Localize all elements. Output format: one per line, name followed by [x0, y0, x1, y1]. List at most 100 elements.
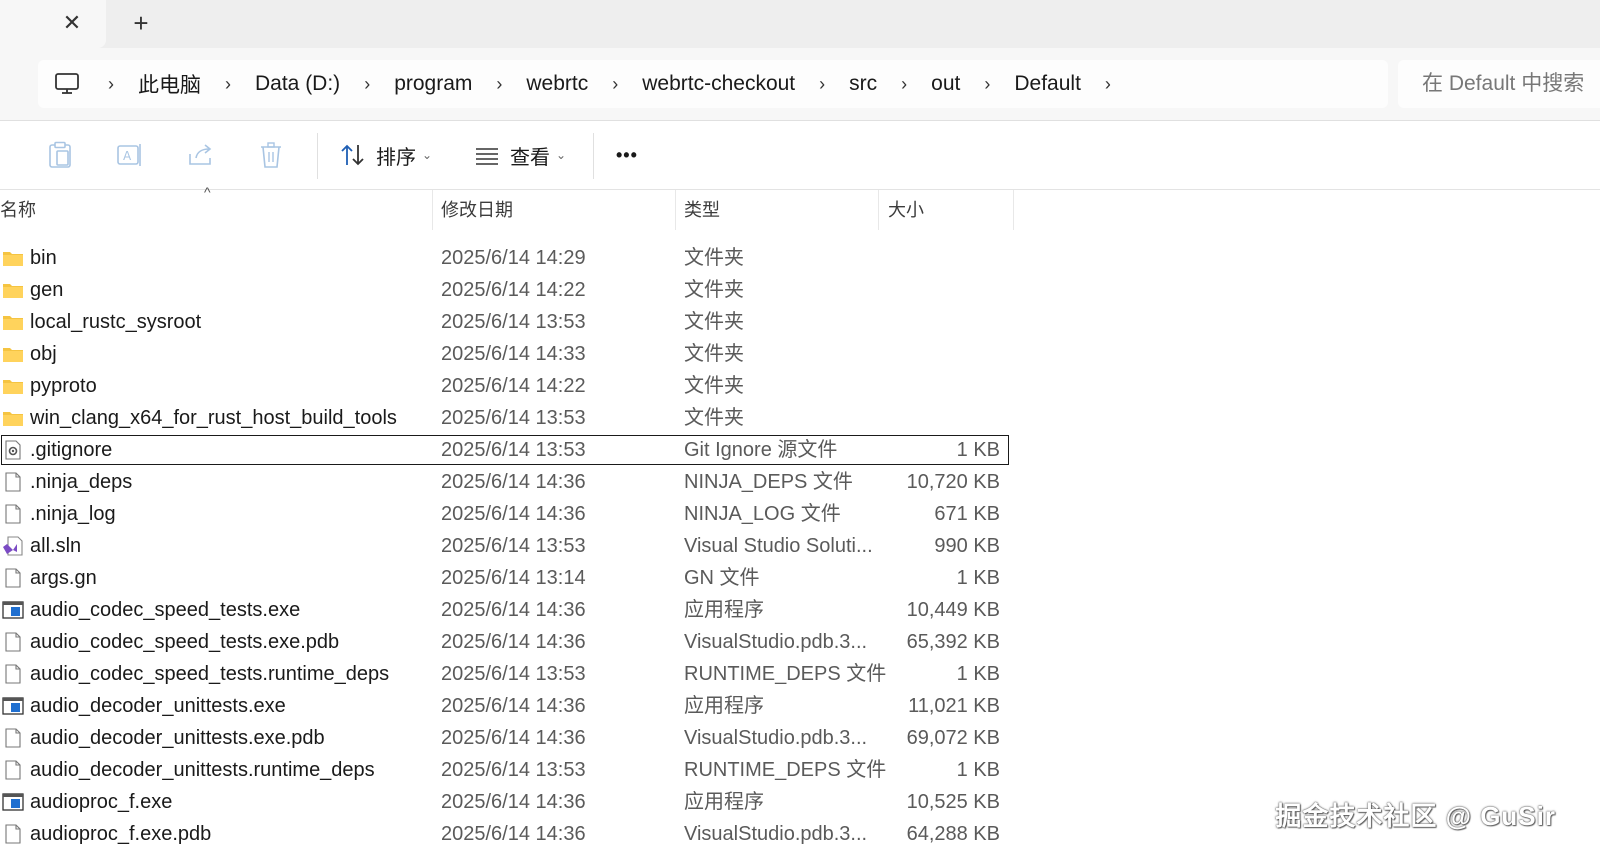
- file-date: 2025/6/14 14:36: [441, 727, 586, 749]
- breadcrumb-item[interactable]: 此电脑: [128, 69, 211, 99]
- file-row[interactable]: .gitignore 2025/6/14 13:53 Git Ignore 源文件 1…: [0, 434, 1010, 466]
- column-size[interactable]: 大小: [888, 190, 924, 230]
- file-date: 2025/6/14 14:33: [441, 343, 586, 365]
- search-box[interactable]: 在 Default 中搜索: [1398, 60, 1600, 108]
- file-row[interactable]: audioproc_f.exe 2025/6/14 14:36 应用程序 10,525…: [0, 786, 1010, 818]
- breadcrumb-item[interactable]: program: [384, 72, 482, 96]
- file-date: 2025/6/14 14:22: [441, 279, 586, 301]
- sort-button[interactable]: 排序 ⌄: [340, 135, 432, 175]
- column-date[interactable]: 修改日期: [441, 190, 513, 230]
- file-date: 2025/6/14 14:36: [441, 791, 586, 813]
- file-type: 应用程序: [684, 695, 764, 717]
- new-tab-icon[interactable]: +: [126, 8, 156, 38]
- sort-label: 排序: [376, 146, 416, 169]
- breadcrumb-chevron-icon[interactable]: ›: [211, 74, 245, 95]
- breadcrumb-item[interactable]: out: [921, 72, 970, 96]
- column-header: ^ 名称 修改日期 类型 大小: [0, 184, 1600, 230]
- file-row[interactable]: args.gn 2025/6/14 13:14 GN 文件 1 KB: [0, 562, 1010, 594]
- file-type: VisualStudio.pdb.3...: [684, 727, 868, 749]
- column-divider[interactable]: [1013, 190, 1014, 230]
- search-placeholder: 在 Default 中搜索: [1422, 72, 1585, 95]
- file-name: audioproc_f.exe: [30, 791, 173, 813]
- column-type[interactable]: 类型: [684, 190, 720, 230]
- delete-button[interactable]: [251, 135, 291, 175]
- column-divider[interactable]: [878, 190, 879, 230]
- file-type: 文件夹: [684, 375, 744, 397]
- file-date: 2025/6/14 13:53: [441, 759, 586, 781]
- breadcrumb-chevron-icon[interactable]: ›: [805, 74, 839, 95]
- file-name: obj: [30, 343, 57, 365]
- more-options-button[interactable]: •••: [616, 135, 638, 175]
- breadcrumb-item[interactable]: webrtc-checkout: [632, 72, 805, 96]
- file-icon: [5, 728, 21, 748]
- this-pc-icon[interactable]: [54, 72, 80, 96]
- file-row[interactable]: audio_decoder_unittests.exe.pdb 2025/6/14…: [0, 722, 1010, 754]
- more-icon: •••: [616, 144, 638, 165]
- file-row[interactable]: all.sln 2025/6/14 13:53 Visual Studio Solu…: [0, 530, 1010, 562]
- file-name: bin: [30, 247, 57, 269]
- breadcrumb-chevron-icon[interactable]: ›: [482, 74, 516, 95]
- file-size: 65,392 KB: [906, 631, 1000, 653]
- file-date: 2025/6/14 14:36: [441, 471, 586, 493]
- file-date: 2025/6/14 14:36: [441, 599, 586, 621]
- share-button[interactable]: [181, 135, 221, 175]
- folder-icon: [3, 284, 23, 298]
- column-divider[interactable]: [432, 190, 433, 230]
- navigation-row: › 此电脑 › Data (D:) › program › webrtc › webrtc-che…: [0, 48, 1600, 121]
- file-name: win_clang_x64_for_rust_host_build_tools: [30, 407, 397, 429]
- file-row[interactable]: bin 2025/6/14 14:29 文件夹: [0, 242, 1010, 274]
- file-date: 2025/6/14 13:53: [441, 311, 586, 333]
- file-row[interactable]: audio_decoder_unittests.exe 2025/6/14 14:…: [0, 690, 1010, 722]
- breadcrumb-item[interactable]: src: [839, 72, 887, 96]
- close-tab-icon[interactable]: ✕: [60, 8, 84, 38]
- column-name[interactable]: 名称: [0, 190, 36, 230]
- file-row[interactable]: audio_codec_speed_tests.exe 2025/6/14 14:…: [0, 594, 1010, 626]
- file-date: 2025/6/14 14:36: [441, 695, 586, 717]
- file-row[interactable]: audio_decoder_unittests.runtime_deps 2025…: [0, 754, 1010, 786]
- chevron-down-icon: ⌄: [422, 148, 433, 162]
- file-row[interactable]: obj 2025/6/14 14:33 文件夹: [0, 338, 1010, 370]
- file-name: local_rustc_sysroot: [30, 311, 202, 333]
- file-row[interactable]: .ninja_deps 2025/6/14 14:36 NINJA_DEPS 文件 1…: [0, 466, 1010, 498]
- file-row[interactable]: audio_codec_speed_tests.exe.pdb 2025/6/14…: [0, 626, 1010, 658]
- breadcrumb-chevron-icon[interactable]: ›: [1091, 74, 1125, 95]
- breadcrumb-chevron-icon[interactable]: ›: [887, 74, 921, 95]
- file-size: 10,449 KB: [906, 599, 1000, 621]
- file-name: audio_decoder_unittests.exe: [30, 695, 286, 717]
- file-row[interactable]: audioproc_f.exe.pdb 2025/6/14 14:36 Visual…: [0, 818, 1010, 850]
- file-size: 1 KB: [956, 759, 1000, 781]
- breadcrumb-chevron-icon[interactable]: ›: [350, 74, 384, 95]
- sort-icon: [341, 144, 364, 166]
- file-type: GN 文件: [684, 567, 760, 589]
- breadcrumb-item[interactable]: Data (D:): [245, 72, 350, 96]
- file-size: 1 KB: [956, 567, 1000, 589]
- rename-button[interactable]: A: [110, 135, 150, 175]
- view-button[interactable]: 查看 ⌄: [474, 135, 566, 175]
- file-row[interactable]: win_clang_x64_for_rust_host_build_tools 2…: [0, 402, 1010, 434]
- address-bar[interactable]: › 此电脑 › Data (D:) › program › webrtc › webrtc-che…: [38, 60, 1388, 108]
- file-date: 2025/6/14 13:53: [441, 407, 586, 429]
- file-size: [880, 274, 1000, 306]
- file-type: 应用程序: [684, 599, 764, 621]
- column-divider[interactable]: [675, 190, 676, 230]
- file-icon: [5, 504, 21, 524]
- tab-current[interactable]: ✕: [0, 0, 106, 48]
- paste-icon: [49, 141, 71, 168]
- breadcrumb-item[interactable]: webrtc: [516, 72, 598, 96]
- file-name: audio_decoder_unittests.runtime_deps: [30, 759, 375, 781]
- folder-icon: [3, 252, 23, 266]
- executable-icon: [2, 697, 24, 715]
- breadcrumb-chevron-icon[interactable]: ›: [970, 74, 1004, 95]
- file-row[interactable]: pyproto 2025/6/14 14:22 文件夹: [0, 370, 1010, 402]
- file-row[interactable]: audio_codec_speed_tests.runtime_deps 2025…: [0, 658, 1010, 690]
- breadcrumb-chevron-icon[interactable]: ›: [94, 74, 128, 95]
- folder-icon: [3, 316, 23, 330]
- file-row[interactable]: .ninja_log 2025/6/14 14:36 NINJA_LOG 文件 671…: [0, 498, 1010, 530]
- breadcrumb-chevron-icon[interactable]: ›: [598, 74, 632, 95]
- breadcrumb-item[interactable]: Default: [1004, 72, 1091, 96]
- file-row[interactable]: gen 2025/6/14 14:22 文件夹: [0, 274, 1010, 306]
- file-row[interactable]: local_rustc_sysroot 2025/6/14 13:53 文件夹: [0, 306, 1010, 338]
- view-icon: [476, 148, 498, 165]
- toolbar-divider: [593, 133, 594, 179]
- paste-button[interactable]: [40, 135, 80, 175]
